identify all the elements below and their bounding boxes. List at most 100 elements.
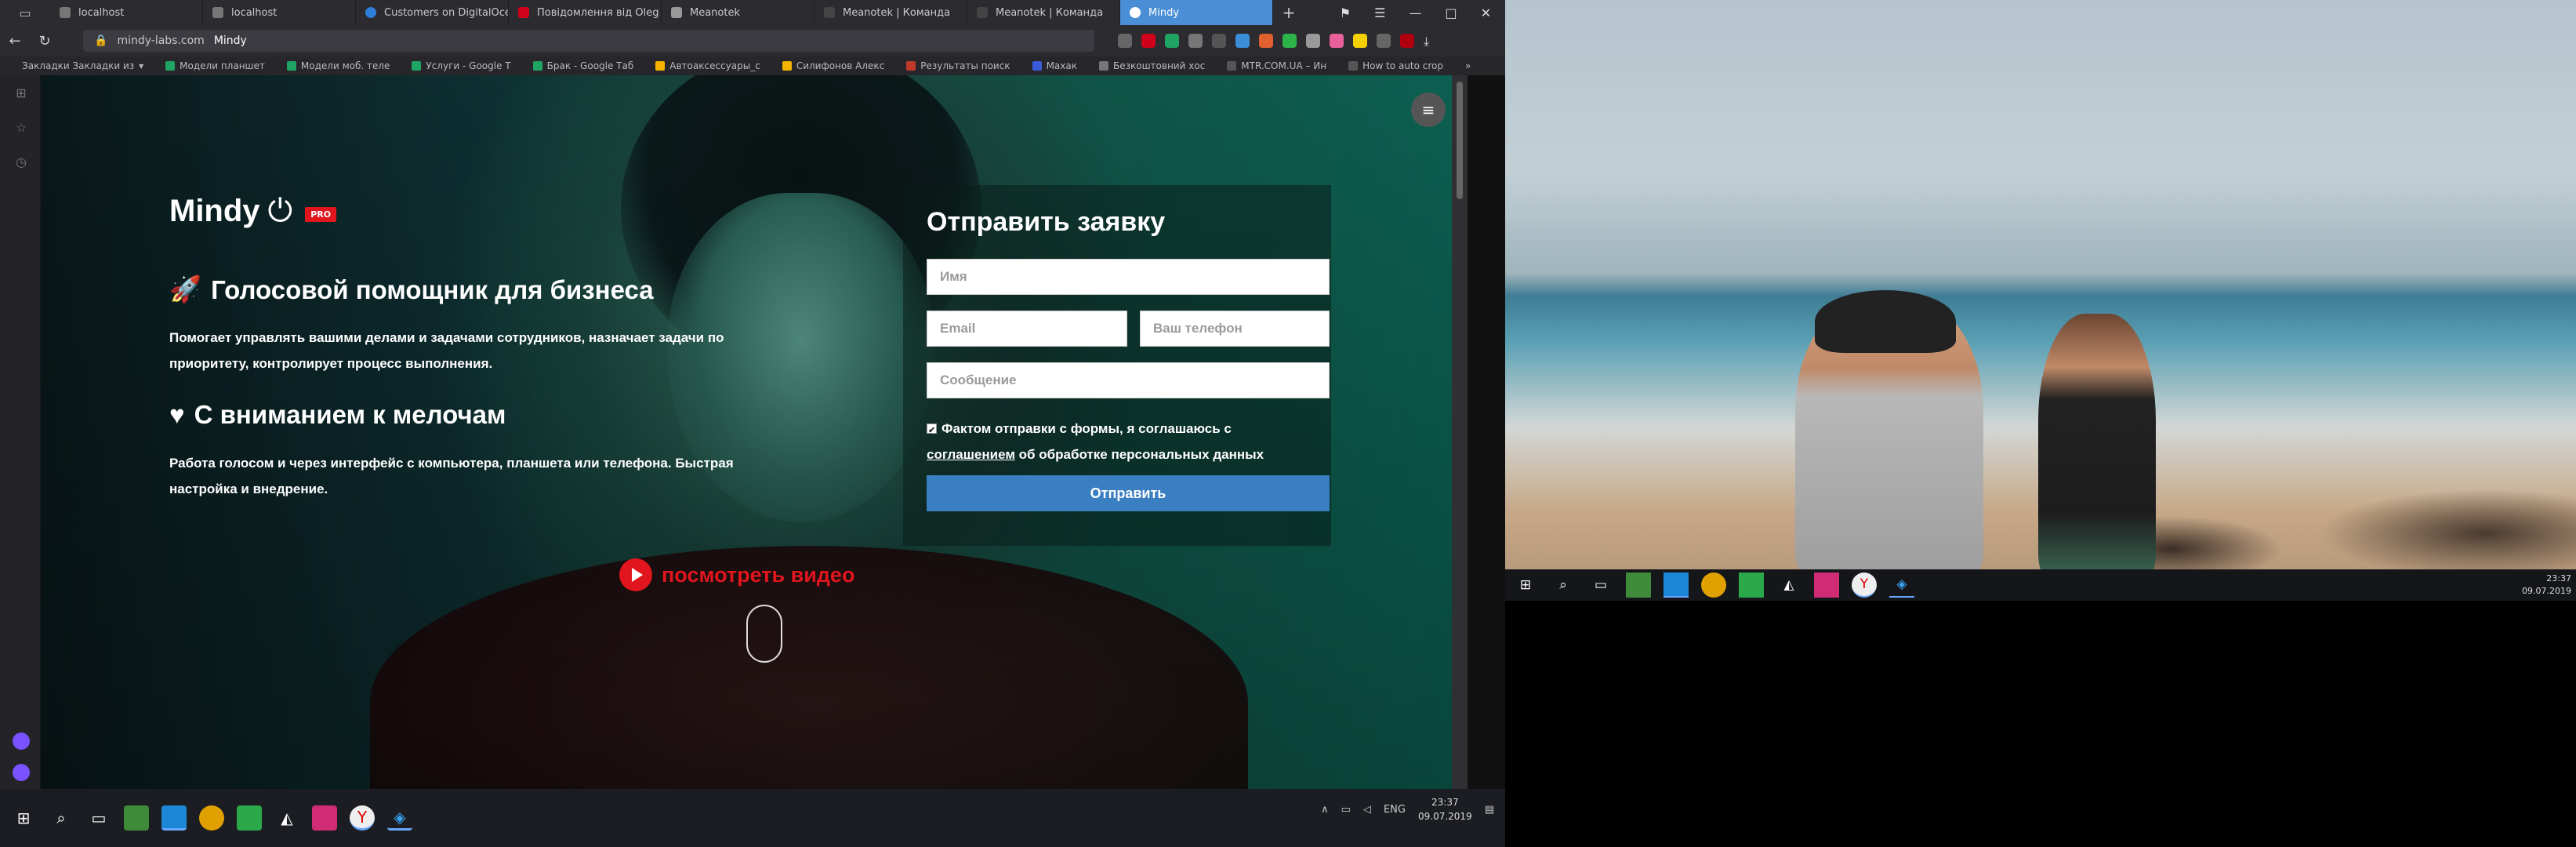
task-view-icon[interactable]: ▭ — [86, 805, 111, 831]
volume-icon[interactable]: ◁ — [1363, 804, 1371, 816]
tab[interactable]: Meanotek | Команда — [967, 0, 1120, 25]
bookmark[interactable]: Безкоштовний хос — [1088, 60, 1216, 71]
brand-logo[interactable]: Mindy ⏻ PRO — [169, 193, 337, 229]
scrollbar-thumb[interactable] — [1457, 82, 1463, 199]
bookmark[interactable]: Закладки Закладки из ▾ — [11, 60, 154, 71]
minimize-button[interactable]: — — [1409, 5, 1421, 20]
files-icon[interactable] — [237, 805, 262, 831]
extension-icon[interactable] — [1212, 34, 1226, 48]
clock[interactable]: 23:37 09.07.2019 — [1418, 795, 1472, 823]
email-field[interactable]: Email — [927, 311, 1127, 347]
tab[interactable]: localhost — [50, 0, 203, 25]
skype-icon[interactable] — [1664, 573, 1689, 598]
tray-arrow-icon[interactable]: ∧ — [1321, 804, 1329, 816]
scroll-mouse-icon[interactable] — [746, 605, 782, 663]
consent-label: Фактом отправки с формы, я соглашаюсь с — [942, 421, 1232, 436]
chrome-icon[interactable] — [199, 805, 224, 831]
extension-icon[interactable] — [1377, 34, 1391, 48]
clock[interactable]: 23:37 09.07.2019 — [2522, 573, 2571, 598]
back-button[interactable]: ← — [0, 33, 30, 49]
network-icon[interactable]: ▭ — [1341, 804, 1351, 816]
maximize-button[interactable]: □ — [1445, 5, 1457, 20]
address-bar[interactable]: 🔒 mindy-labs.com Mindy — [83, 30, 1094, 52]
reload-button[interactable]: ↻ — [30, 33, 60, 49]
bookmark-label: Силифонов Алекс — [796, 60, 885, 71]
extensions: ⤓ — [1118, 34, 1438, 49]
history-icon[interactable]: ◷ — [14, 155, 28, 169]
app-icon[interactable]: ◭ — [274, 805, 299, 831]
notifications-icon[interactable]: ▤ — [1485, 804, 1494, 816]
start-icon[interactable]: ⊞ — [1513, 573, 1538, 598]
more-bookmarks-icon[interactable]: » — [1454, 60, 1482, 71]
extension-icon[interactable] — [1400, 34, 1414, 48]
app-icon[interactable] — [312, 805, 337, 831]
tab-active[interactable]: Mindy — [1120, 0, 1273, 25]
screenshot-icon[interactable] — [1188, 34, 1203, 48]
watch-video-link[interactable]: посмотреть видео — [619, 558, 854, 591]
tabs-menu-icon[interactable]: ▭ — [0, 0, 50, 25]
phone-field[interactable]: Ваш телефон — [1140, 311, 1330, 347]
hamburger-menu-button[interactable]: ≡ — [1411, 93, 1446, 127]
bookmark[interactable]: Модели планшет — [154, 60, 276, 71]
star-icon[interactable]: ☆ — [14, 121, 28, 135]
skype-icon[interactable] — [161, 805, 187, 831]
tab[interactable]: Customers on DigitalOcea — [356, 0, 509, 25]
yandex-browser-icon[interactable]: Y — [350, 805, 375, 831]
app-icon[interactable] — [1814, 573, 1839, 598]
files-icon[interactable] — [1739, 573, 1764, 598]
chrome-icon[interactable] — [1701, 573, 1726, 598]
tab[interactable]: Meanotek | Команда — [815, 0, 967, 25]
agreement-link[interactable]: соглашением — [927, 447, 1015, 462]
download-icon[interactable]: ⤓ — [1424, 34, 1438, 49]
vscode-icon[interactable]: ◈ — [1889, 573, 1914, 598]
yandex-browser-icon[interactable]: Y — [1852, 573, 1877, 598]
tab[interactable]: Повідомлення від Oleg — [509, 0, 662, 25]
app-icon[interactable]: ◭ — [1776, 573, 1801, 598]
extension-icon[interactable] — [1259, 34, 1273, 48]
bookmark[interactable]: Махак — [1021, 60, 1088, 71]
bookmarks-icon[interactable]: ⚑ — [1340, 5, 1351, 20]
pen-icon[interactable] — [1118, 34, 1132, 48]
tab-label: Meanotek | Команда — [996, 6, 1104, 19]
message-field[interactable]: Сообщение — [927, 362, 1330, 398]
bookmark[interactable]: Силифонов Алекс — [771, 60, 895, 71]
name-field[interactable]: Имя — [927, 259, 1330, 295]
task-view-icon[interactable]: ▭ — [1588, 573, 1613, 598]
bookmark[interactable]: Брак - Google Таб — [522, 60, 645, 71]
menu-icon[interactable]: ☰ — [1374, 5, 1385, 20]
feature-heading: ♥ С вниманием к мелочам — [169, 400, 506, 430]
bookmark[interactable]: Автоаксессуары_с — [644, 60, 771, 71]
grid-icon[interactable]: ⊞ — [14, 86, 28, 100]
bookmark[interactable]: MTR.COM.UA – Ин — [1216, 60, 1337, 71]
system-tray: ∧ ▭ ◁ ENG 23:37 09.07.2019 ▤ — [1321, 795, 1494, 823]
new-tab-button[interactable]: + — [1273, 0, 1304, 25]
search-icon[interactable]: ⌕ — [1551, 573, 1576, 598]
close-button[interactable]: ✕ — [1481, 5, 1491, 20]
scrollbar[interactable] — [1452, 75, 1468, 789]
extension-icon[interactable] — [1283, 34, 1297, 48]
consent-checkbox[interactable] — [927, 418, 937, 444]
extension-icon[interactable] — [1306, 34, 1320, 48]
sheets-icon — [532, 61, 542, 71]
language-indicator[interactable]: ENG — [1384, 804, 1406, 816]
tab-label: Повідомлення від Oleg — [537, 6, 659, 19]
search-icon[interactable]: ⌕ — [49, 805, 74, 831]
vscode-icon[interactable]: ◈ — [387, 805, 412, 831]
extension-icon[interactable] — [1353, 34, 1367, 48]
notes-icon[interactable] — [124, 805, 149, 831]
extension-icon[interactable] — [1330, 34, 1344, 48]
tab[interactable]: localhost — [203, 0, 356, 25]
bookmark[interactable]: Услуги - Google Т — [401, 60, 521, 71]
adblock-icon[interactable] — [1141, 34, 1156, 48]
tab[interactable]: Meanotek — [662, 0, 815, 25]
bookmark[interactable]: Модели моб. теле — [276, 60, 401, 71]
bookmark[interactable]: Результаты поиск — [895, 60, 1021, 71]
alice-icon[interactable] — [13, 764, 30, 781]
notes-icon[interactable] — [1626, 573, 1651, 598]
alice-icon[interactable] — [13, 732, 30, 750]
start-icon[interactable]: ⊞ — [11, 805, 36, 831]
submit-button[interactable]: Отправить — [927, 475, 1330, 511]
extension-icon[interactable] — [1235, 34, 1250, 48]
extension-icon[interactable] — [1165, 34, 1179, 48]
bookmark[interactable]: How to auto crop — [1337, 60, 1454, 71]
